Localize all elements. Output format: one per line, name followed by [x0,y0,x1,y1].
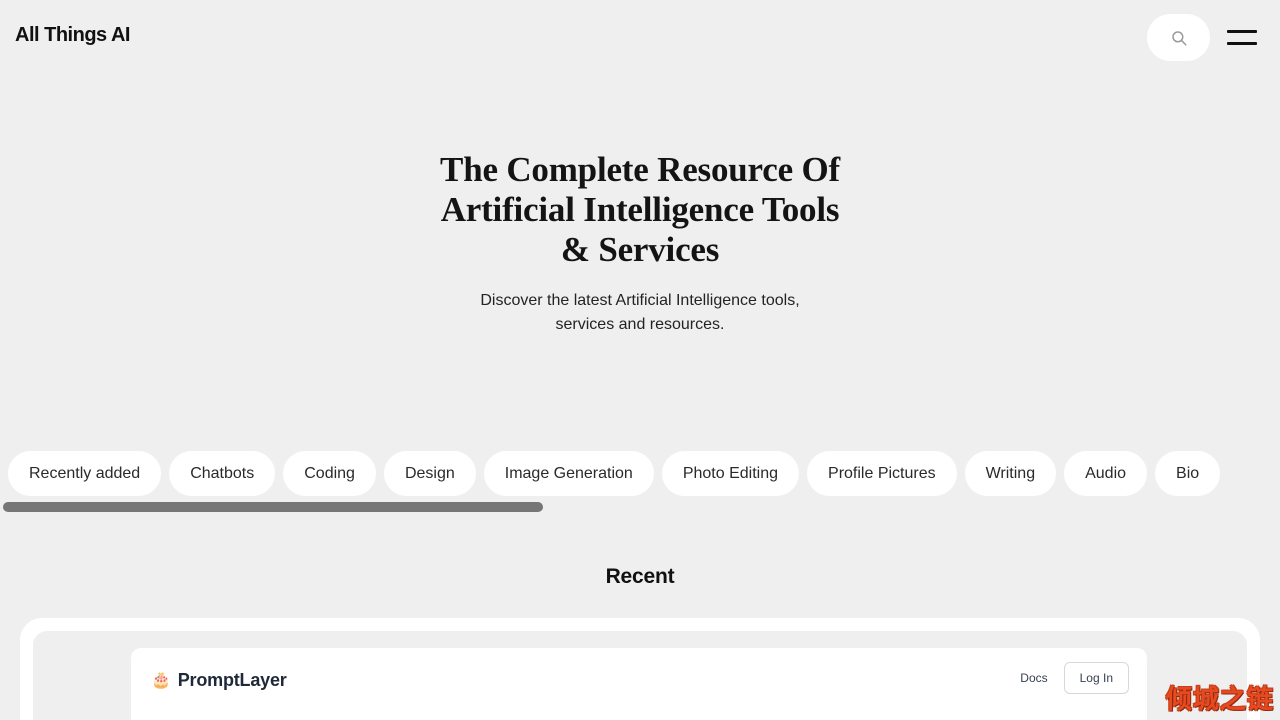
recent-section-heading: Recent [605,565,675,588]
site-brand-logo[interactable]: All Things AI [15,24,130,47]
category-chip-design[interactable]: Design [383,451,476,496]
preview-brand: 🎂 PromptLayer [151,670,287,691]
hero-title-line-2: Artificial Intelligence Tools [440,190,840,229]
search-button[interactable] [1147,14,1210,61]
hamburger-menu-icon[interactable] [1227,23,1259,51]
preview-docs-link[interactable]: Docs [1020,671,1047,685]
hero-subtitle: Discover the latest Artificial Intellige… [450,289,830,337]
category-chip-recently-added[interactable]: Recently added [8,451,162,496]
recent-tool-card[interactable]: 🎂 PromptLayer Docs Log In [20,618,1260,720]
category-chip-photo-editing[interactable]: Photo Editing [661,451,800,496]
category-chip-coding[interactable]: Coding [283,451,376,496]
category-chip-image-generation[interactable]: Image Generation [483,451,654,496]
hamburger-bar-bottom [1227,41,1257,45]
category-chip-audio[interactable]: Audio [1064,451,1148,496]
hamburger-bar-top [1227,29,1257,33]
category-scrollbar-thumb[interactable] [3,502,543,512]
page-title: The Complete Resource Of Artificial Inte… [430,150,850,270]
layer-cake-icon: 🎂 [151,671,171,689]
site-header: All Things AI [0,0,1280,75]
search-icon [1170,29,1188,47]
category-chip-chatbots[interactable]: Chatbots [169,451,276,496]
page-root: All Things AI The Complete Resource Of A… [0,0,1280,720]
hero-subtitle-line-1: Discover the latest Artificial Intellige… [480,292,757,309]
category-chip-bio[interactable]: Bio [1155,451,1221,496]
preview-brand-label: PromptLayer [177,670,287,690]
preview-nav: Docs Log In [1020,662,1129,694]
site-preview-thumbnail: 🎂 PromptLayer Docs Log In [131,648,1147,720]
category-chip-writing[interactable]: Writing [964,451,1057,496]
category-scrollbar-track[interactable] [0,502,1280,512]
recent-tool-card-inner: 🎂 PromptLayer Docs Log In [33,631,1247,720]
category-chip-profile-pictures[interactable]: Profile Pictures [807,451,957,496]
hero-title-line-1: The Complete Resource Of [440,150,840,189]
hero-section: The Complete Resource Of Artificial Inte… [0,150,1280,337]
category-filter-bar[interactable]: Recently added Chatbots Coding Design Image … [0,451,1280,496]
preview-login-button[interactable]: Log In [1063,662,1129,694]
hero-title-line-3: & Services [560,230,720,269]
